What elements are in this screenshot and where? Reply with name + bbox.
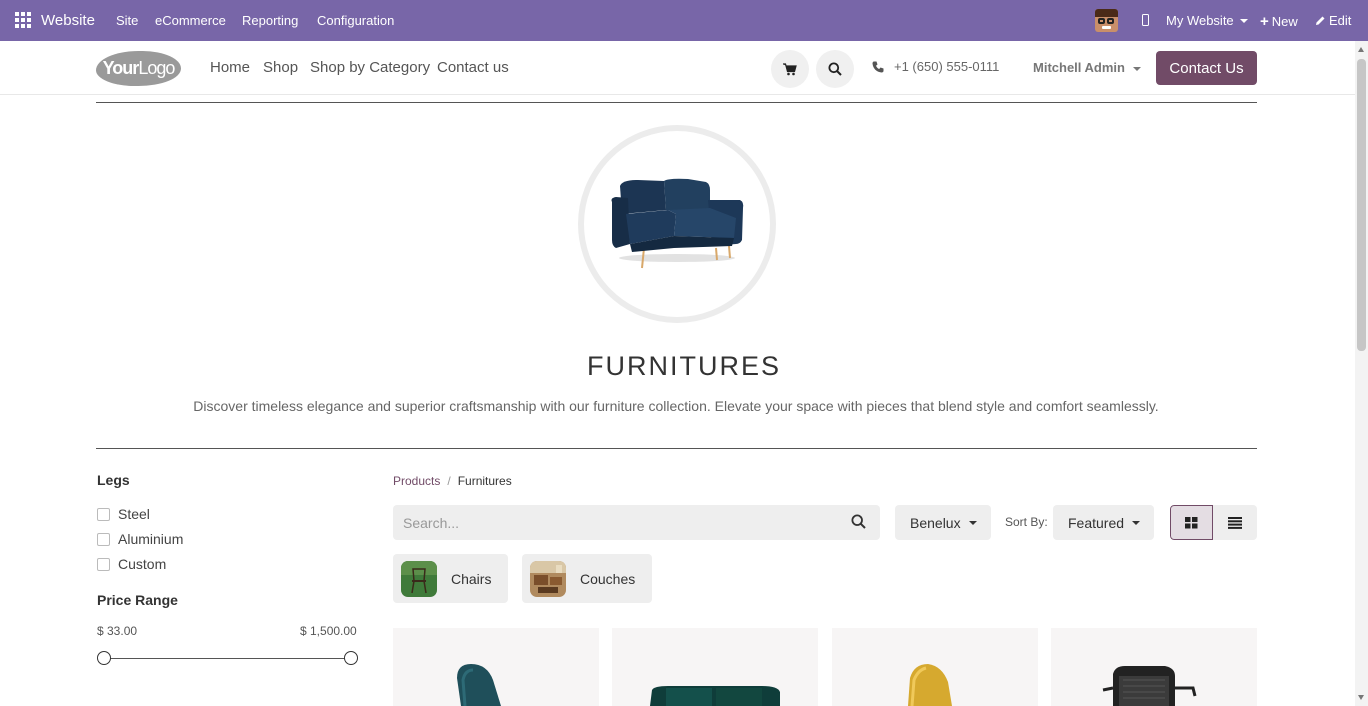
filter-option-custom[interactable]: Custom xyxy=(97,556,166,572)
nav-contact-us[interactable]: Contact us xyxy=(437,59,509,76)
grid-view-button[interactable] xyxy=(1170,505,1213,540)
checkbox[interactable] xyxy=(97,507,110,521)
filter-legs-title: Legs xyxy=(97,472,130,488)
couches-thumbnail xyxy=(530,560,566,597)
menu-reporting[interactable]: Reporting xyxy=(242,13,298,28)
app-brand[interactable]: Website xyxy=(41,12,95,29)
list-icon xyxy=(1227,516,1242,529)
mobile-preview-icon[interactable] xyxy=(1142,14,1149,26)
chairs-thumbnail xyxy=(401,560,437,597)
product-search-button[interactable] xyxy=(851,514,866,534)
category-chairs[interactable]: Chairs xyxy=(393,554,508,603)
phone-number: +1 (650) 555-0111 xyxy=(894,59,1000,74)
filter-option-steel[interactable]: Steel xyxy=(97,506,150,522)
new-label: New xyxy=(1271,14,1298,29)
product-image xyxy=(908,664,952,706)
grid-icon xyxy=(1185,516,1198,528)
divider xyxy=(96,102,1257,103)
plus-icon: + xyxy=(1260,13,1269,30)
product-search-input[interactable] xyxy=(403,514,843,531)
breadcrumb: Products / Furnitures xyxy=(393,474,512,488)
filter-option-label: Custom xyxy=(118,556,167,572)
category-label: Chairs xyxy=(451,570,492,587)
admin-topbar: Website Site eCommerce Reporting Configu… xyxy=(0,0,1368,41)
phone-icon xyxy=(872,61,884,72)
category-couches[interactable]: Couches xyxy=(522,554,652,603)
caret-down-icon xyxy=(1239,18,1248,23)
phone-contact[interactable]: +1 (650) 555-0111 xyxy=(872,59,999,74)
breadcrumb-separator: / xyxy=(447,474,451,488)
filter-option-label: Steel xyxy=(118,506,150,522)
breadcrumb-current: Furnitures xyxy=(457,474,512,488)
page-scrollbar[interactable] xyxy=(1355,41,1368,706)
price-slider-min-handle[interactable] xyxy=(97,651,111,665)
price-slider-track[interactable] xyxy=(104,658,351,659)
sort-value: Featured xyxy=(1068,514,1125,531)
site-logo[interactable]: Your Logo xyxy=(96,51,181,86)
scrollbar-thumb[interactable] xyxy=(1357,59,1366,351)
new-button[interactable]: + New xyxy=(1260,13,1298,30)
cart-icon xyxy=(783,62,797,75)
site-header: Your Logo Home Shop Shop by Category Cont… xyxy=(0,41,1368,95)
pencil-icon xyxy=(1316,16,1325,25)
website-selector-label: My Website xyxy=(1166,13,1234,28)
filter-option-label: Aluminium xyxy=(118,531,184,547)
checkbox[interactable] xyxy=(97,557,110,571)
filter-price-title: Price Range xyxy=(97,592,178,608)
user-menu[interactable]: Mitchell Admin xyxy=(1033,60,1141,75)
contact-us-button[interactable]: Contact Us xyxy=(1156,51,1257,85)
nav-home[interactable]: Home xyxy=(210,59,250,76)
scroll-up-icon[interactable] xyxy=(1358,47,1364,52)
user-avatar[interactable] xyxy=(1095,9,1118,32)
filter-option-aluminium[interactable]: Aluminium xyxy=(97,531,183,547)
price-slider-max-handle[interactable] xyxy=(344,651,358,665)
product-image xyxy=(457,664,501,706)
pricelist-dropdown[interactable]: Benelux xyxy=(895,505,991,540)
edit-button[interactable]: Edit xyxy=(1315,13,1351,28)
sort-by-label: Sort By: xyxy=(1005,515,1048,529)
logo-text-bold: Your xyxy=(102,58,140,78)
divider xyxy=(96,448,1257,449)
product-search xyxy=(393,505,880,540)
product-card[interactable] xyxy=(393,628,599,706)
user-name: Mitchell Admin xyxy=(1033,60,1125,75)
breadcrumb-products[interactable]: Products xyxy=(393,474,440,488)
checkbox[interactable] xyxy=(97,532,110,546)
caret-down-icon xyxy=(968,520,977,525)
search-icon xyxy=(851,514,866,529)
menu-ecommerce[interactable]: eCommerce xyxy=(155,13,226,28)
product-card[interactable] xyxy=(832,628,1038,706)
category-description: Discover timeless elegance and superior … xyxy=(193,398,1159,414)
sofa-image xyxy=(611,178,744,269)
scroll-down-icon[interactable] xyxy=(1358,695,1364,700)
search-icon xyxy=(828,62,842,76)
category-label: Couches xyxy=(580,570,636,587)
view-toggle xyxy=(1170,505,1257,540)
nav-shop[interactable]: Shop xyxy=(263,59,298,76)
logo-text-thin: Logo xyxy=(138,58,175,78)
product-card[interactable] xyxy=(612,628,818,706)
price-min-label: $ 33.00 xyxy=(97,624,138,638)
sort-dropdown[interactable]: Featured xyxy=(1053,505,1154,540)
apps-grid-icon[interactable] xyxy=(15,12,31,28)
product-image xyxy=(650,686,780,706)
nav-shop-by-category[interactable]: Shop by Category xyxy=(310,59,430,76)
product-image xyxy=(1102,666,1197,706)
list-view-button[interactable] xyxy=(1213,505,1256,540)
price-max-label: $ 1,500.00 xyxy=(300,624,357,638)
caret-down-icon xyxy=(1132,520,1141,525)
product-card[interactable] xyxy=(1051,628,1257,706)
website-selector[interactable]: My Website xyxy=(1166,13,1248,28)
caret-down-icon xyxy=(1132,66,1141,71)
menu-site[interactable]: Site xyxy=(116,13,138,28)
menu-configuration[interactable]: Configuration xyxy=(317,13,394,28)
edit-label: Edit xyxy=(1329,13,1352,28)
cart-button[interactable] xyxy=(771,50,809,88)
site-search-button[interactable] xyxy=(816,50,854,88)
pricelist-value: Benelux xyxy=(910,514,961,531)
category-title: FURNITURES xyxy=(587,351,781,381)
